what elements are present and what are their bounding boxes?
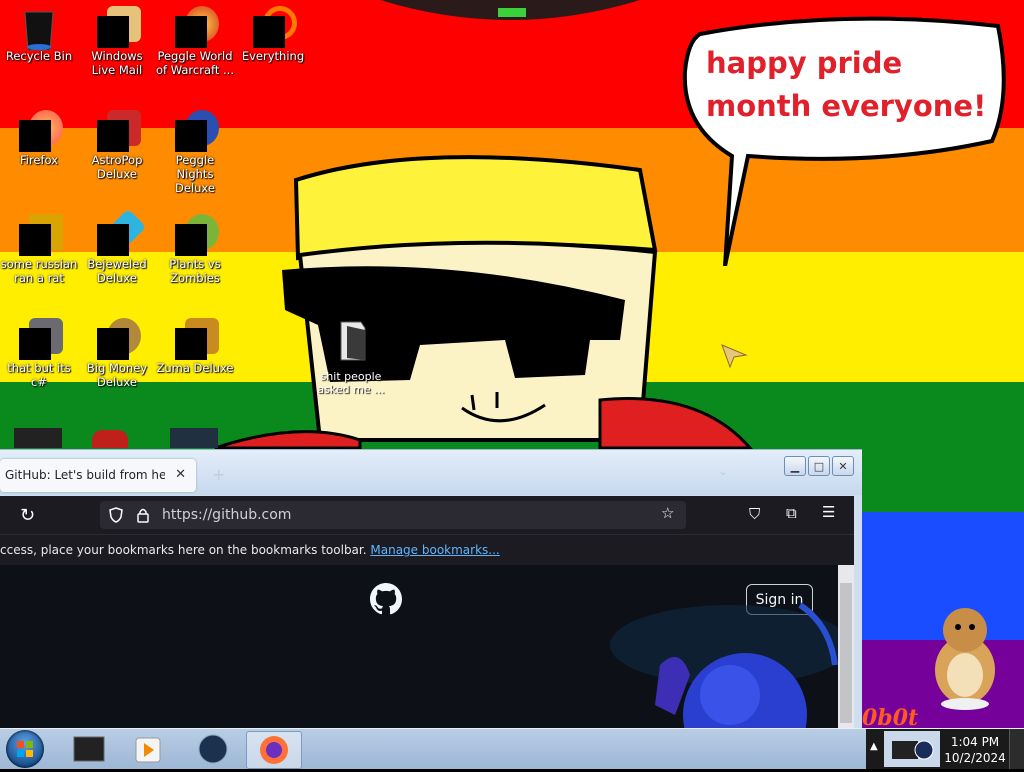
desktop-icon-label: AstroPop Deluxe — [91, 153, 143, 181]
partial-desktop-icon — [92, 430, 128, 448]
shield-icon[interactable] — [108, 507, 124, 523]
manage-bookmarks-link[interactable]: Manage bookmarks... — [370, 543, 499, 557]
github-logo-icon[interactable] — [370, 583, 402, 615]
clock-date: 10/2/2024 — [944, 751, 1006, 765]
show-desktop-button[interactable] — [1009, 729, 1024, 769]
taskbar-firefox[interactable] — [246, 731, 302, 769]
start-button[interactable] — [6, 730, 44, 768]
taskbar-clock[interactable]: 1:04 PM 10/2/2024 — [940, 734, 1010, 766]
desktop-icon-label: that but its c# — [7, 361, 71, 389]
desktop-icon-everything[interactable]: Everything — [234, 0, 312, 96]
desktop-icon-zuma[interactable]: Zuma Deluxe — [156, 312, 234, 408]
hero-globe-illustration — [610, 602, 838, 732]
desktop-icon-label: Windows Live Mail — [91, 49, 143, 77]
taskbar-media-player[interactable] — [122, 731, 176, 767]
speech-bubble: happy pride month everyone! — [680, 16, 1010, 266]
bookmarks-hint: ccess, place your bookmarks here on the … — [0, 543, 500, 557]
desktop-icon-label: Big Money Deluxe — [86, 361, 148, 389]
tab-title: GitHub: Let's build from here · G — [5, 468, 165, 482]
desktop-icon-label: Zuma Deluxe — [156, 361, 234, 375]
camera-tray-icon — [892, 740, 934, 760]
desktop-icon-firefox[interactable]: Firefox — [0, 104, 78, 200]
taskbar-app-3[interactable] — [186, 731, 240, 767]
minimize-button[interactable]: ▁ — [784, 456, 806, 476]
app-box-icon — [73, 736, 105, 762]
desktop-icon-big-money[interactable]: Big Money Deluxe — [78, 312, 156, 408]
globe-app-icon — [198, 734, 228, 764]
bejeweled-icon — [97, 208, 147, 256]
desktop-icon-russian-rat[interactable]: some russian ran a rat — [0, 208, 78, 304]
maximize-button[interactable]: □ — [808, 456, 830, 476]
desktop-icon-label: some russian ran a rat — [0, 257, 78, 285]
bookmarks-toolbar: ccess, place your bookmarks here on the … — [0, 534, 854, 565]
tab-github[interactable]: GitHub: Let's build from here · G ✕ — [0, 459, 196, 492]
desktop-folder-label: shit people asked me ... — [317, 370, 385, 396]
desktop-icon-that-but-csharp[interactable]: that but its c# — [0, 312, 78, 408]
page-content: Sign in — [0, 565, 838, 732]
peggle-nights-icon — [175, 110, 219, 152]
everything-search-icon — [253, 6, 297, 48]
folder-icon — [340, 321, 366, 361]
money-bag-icon — [97, 318, 141, 360]
desktop-icon-label: Firefox — [19, 153, 59, 167]
desktop-icon-label: Peggle World of Warcraft ... — [156, 49, 234, 77]
desktop-icon-peggle-nights[interactable]: Peggle Nights Deluxe — [156, 104, 234, 200]
partial-desktop-icon — [14, 428, 62, 448]
peggle-wow-icon — [175, 6, 219, 48]
desktop-icon-plants-vs-zombies[interactable]: Plants vs Zombies — [156, 208, 234, 304]
window-controls: ▁ □ ✕ — [784, 456, 854, 476]
clock-time: 1:04 PM — [950, 735, 1000, 749]
url-text: https://github.com — [162, 507, 292, 523]
desktop-icon-label: Bejeweled Deluxe — [87, 257, 147, 285]
desktop-icon-bejeweled[interactable]: Bejeweled Deluxe — [78, 208, 156, 304]
pocket-icon[interactable]: ⛉ — [749, 505, 760, 523]
media-player-icon — [135, 737, 161, 763]
lock-icon[interactable] — [136, 507, 150, 523]
reload-icon[interactable]: ↻ — [20, 505, 35, 526]
desktop-icon-peggle-wow[interactable]: Peggle World of Warcraft ... — [156, 0, 234, 96]
new-tab-button[interactable]: + — [212, 465, 225, 484]
scrollbar-thumb[interactable] — [840, 583, 852, 723]
close-window-button[interactable]: ✕ — [832, 456, 854, 476]
menu-icon[interactable]: ☰ — [822, 503, 835, 521]
desktop-icon-windows-live-mail[interactable]: Windows Live Mail — [78, 0, 156, 96]
tray-app-icon[interactable] — [884, 731, 940, 767]
vertical-scrollbar[interactable] — [838, 565, 854, 732]
desktop-icon-label: Peggle Nights Deluxe — [175, 153, 215, 195]
taskbar: ▲ 1:04 PM 10/2/2024 — [0, 728, 1024, 769]
desktop-icon-label: Everything — [241, 49, 305, 63]
tray-expand-icon[interactable]: ▲ — [870, 741, 878, 752]
browser-titlebar[interactable]: GitHub: Let's build from here · G ✕ + ⌄ … — [0, 450, 862, 495]
csharp-app-icon — [19, 318, 63, 360]
desktop-icon-recycle-bin[interactable]: Recycle Bin — [0, 0, 78, 96]
windows-logo-icon — [17, 741, 33, 757]
taskbar-app-1[interactable] — [62, 731, 116, 767]
address-bar[interactable]: https://github.com ☆ — [100, 501, 686, 529]
tab-close-icon[interactable]: ✕ — [175, 467, 186, 482]
list-all-tabs-icon[interactable]: ⌄ — [718, 464, 728, 478]
desktop-icon-astropop[interactable]: AstroPop Deluxe — [78, 104, 156, 200]
mouse-cursor — [721, 344, 748, 369]
partial-desktop-icon — [170, 428, 218, 448]
navigation-toolbar: ↻ https://github.com ☆ ⛉ ⧉ ☰ — [0, 496, 854, 534]
desktop-icon-label: Plants vs Zombies — [169, 257, 221, 285]
bookmark-star-icon[interactable]: ☆ — [661, 504, 674, 522]
rat-program-icon — [19, 214, 63, 256]
firefox-icon — [19, 110, 63, 152]
speech-bubble-text: happy pride month everyone! — [706, 46, 987, 123]
browser-window[interactable]: GitHub: Let's build from here · G ✕ + ⌄ … — [0, 449, 862, 732]
firefox-icon — [260, 736, 288, 764]
dancing-hamster-image — [935, 608, 995, 710]
desktop-folder[interactable]: shit people asked me ... — [313, 318, 389, 408]
zuma-icon — [175, 318, 219, 360]
mail-icon — [97, 6, 141, 48]
plants-vs-zombies-icon — [175, 214, 219, 256]
extensions-icon[interactable]: ⧉ — [786, 504, 797, 522]
recycle-bin-icon — [19, 6, 59, 51]
astropop-icon — [97, 110, 141, 152]
